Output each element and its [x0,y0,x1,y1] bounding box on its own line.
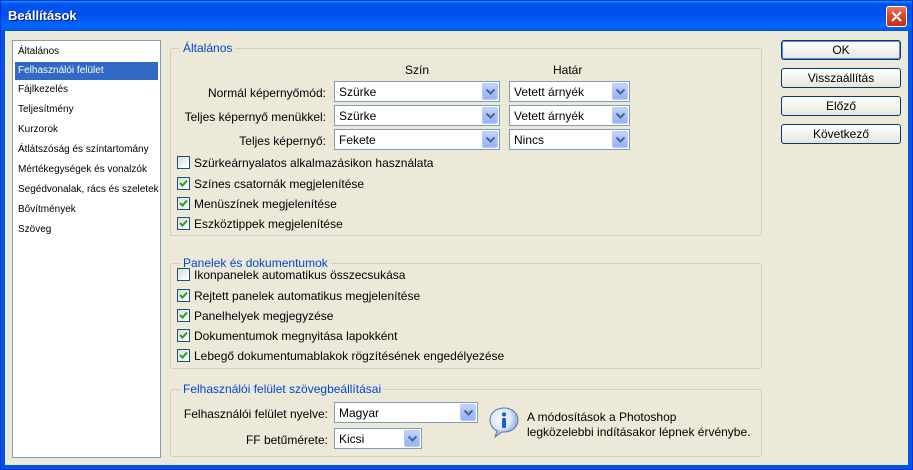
text-options-group-title: Felhasználói felület szövegbeállításai [180,382,385,396]
checkmark-icon [179,331,188,339]
show-tooltips-checkbox[interactable]: Eszköztippek megjelenítése [177,216,477,232]
color-column-header: Szín [405,63,430,77]
border-column-header: Határ [553,63,583,77]
next-button[interactable]: Következő [781,124,901,144]
full-screen-menus-border-select[interactable]: Vetett árnyék [509,105,630,126]
settings-dialog: Beállítások Általános Felhasználói felül… [0,0,913,470]
auto-show-hidden-panels-checkbox[interactable]: Rejtett panelek automatikus megjelenítés… [177,288,577,304]
full-screen-menus-label: Teljes képernyő menükkel: [184,110,326,124]
chevron-down-icon[interactable] [612,107,628,124]
enable-floating-docking-checkbox[interactable]: Lebegő dokumentumablakok rögzítésének en… [177,348,577,364]
chevron-down-icon[interactable] [482,131,498,148]
checkmark-icon [179,291,188,299]
ui-language-select[interactable]: Magyar [334,402,478,423]
sidebar-item-file-handling[interactable]: Fájlkezelés [15,81,158,99]
checkmark-icon [179,351,188,359]
show-channels-color-checkbox[interactable]: Színes csatornák megjelenítése [177,176,477,192]
full-screen-menus-color-select[interactable]: Szürke [334,105,500,126]
close-icon [891,11,902,22]
full-screen-label: Teljes képernyő: [239,134,326,148]
show-menu-colors-checkbox[interactable]: Menüszínek megjelenítése [177,196,477,212]
chevron-down-icon[interactable] [482,83,498,100]
sidebar-item-performance[interactable]: Teljesítmény [15,101,158,119]
sidebar-item-guides[interactable]: Segédvonalak, rács és szeletek [15,181,159,199]
chevron-down-icon[interactable] [612,83,628,100]
chevron-down-icon[interactable] [404,430,420,447]
reset-button[interactable]: Visszaállítás [781,68,901,88]
standard-screen-mode-label: Normál képernyőmód: [207,86,326,100]
ok-button[interactable]: OK [781,40,901,60]
auto-collapse-panels-checkbox[interactable]: Ikonpanelek automatikus összecsukása [177,267,577,283]
standard-screen-border-select[interactable]: Vetett árnyék [509,81,630,102]
sidebar-item-transparency[interactable]: Átlátszóság és színtartomány [15,141,158,159]
checkmark-icon [179,219,188,227]
full-screen-color-select[interactable]: Fekete [334,129,500,150]
grayscale-app-icon-checkbox[interactable]: Szürkeárnyalatos alkalmazásikon használa… [177,155,477,171]
window-title: Beállítások [8,8,77,23]
standard-screen-color-select[interactable]: Szürke [334,81,500,102]
remember-panel-locations-checkbox[interactable]: Panelhelyek megjegyzése [177,308,577,324]
sidebar-item-interface[interactable]: Felhasználói felület [15,62,158,80]
ui-font-size-label: FF betűmérete: [245,433,328,447]
title-bar[interactable]: Beállítások [1,1,912,31]
sidebar-item-units[interactable]: Mértékegységek és vonalzók [15,161,158,179]
sidebar-item-general[interactable]: Általános [15,43,158,61]
ui-language-label: Felhasználói felület nyelve: [183,407,328,421]
category-list[interactable]: Általános Felhasználói felület Fájlkezel… [12,40,161,458]
sidebar-item-plugins[interactable]: Bővítmények [15,201,158,219]
info-icon [489,407,519,438]
checkmark-icon [179,199,188,207]
restart-info-text: A módosítások a Photoshop legközelebbi i… [527,410,751,439]
chevron-down-icon[interactable] [460,404,476,421]
sidebar-item-type[interactable]: Szöveg [15,221,158,239]
previous-button[interactable]: Előző [781,96,901,116]
ui-font-size-select[interactable]: Kicsi [334,428,422,449]
full-screen-border-select[interactable]: Nincs [509,129,630,150]
sidebar-item-cursors[interactable]: Kurzorok [15,121,158,139]
open-documents-as-tabs-checkbox[interactable]: Dokumentumok megnyitása lapokként [177,328,577,344]
chevron-down-icon[interactable] [612,131,628,148]
checkmark-icon [179,311,188,319]
general-group-title: Általános [180,41,236,55]
close-button[interactable] [886,6,907,27]
checkmark-icon [179,179,188,187]
chevron-down-icon[interactable] [482,107,498,124]
